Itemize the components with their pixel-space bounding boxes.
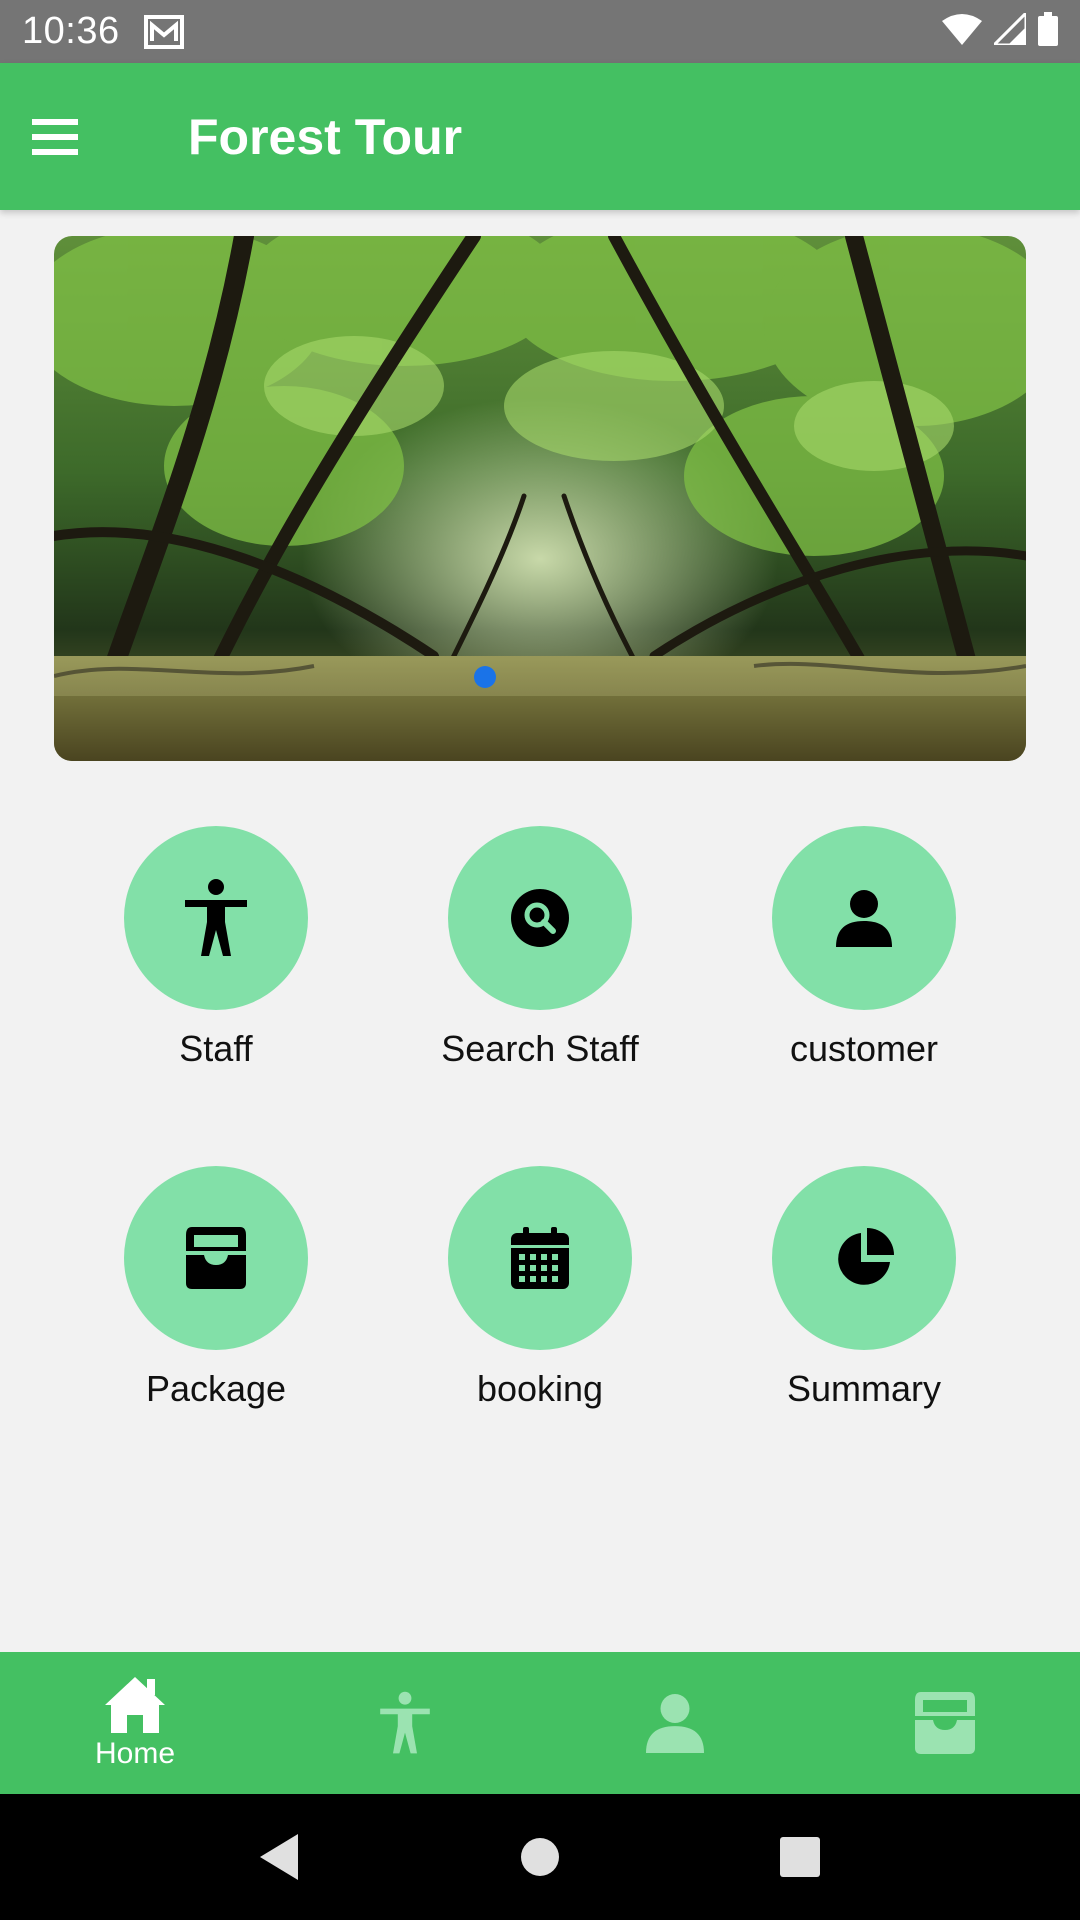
nav-item-customer[interactable] [540,1652,810,1794]
hamburger-icon [32,118,78,155]
hamburger-menu-button[interactable] [0,82,110,192]
screen: 10:36 Forest Tour Staff Search Staff cus… [0,0,1080,1920]
battery-icon [1038,12,1058,51]
system-nav-bar [0,1794,1080,1920]
menu-circle[interactable] [448,826,632,1010]
menu-label: Staff [179,1028,253,1069]
menu-item-booking[interactable]: booking [432,1166,648,1410]
person-standing-icon [380,1691,430,1754]
mail-icon [143,14,184,49]
menu-label: customer [789,1028,939,1069]
banner-carousel[interactable] [54,236,1026,761]
app-bar: Forest Tour [0,63,1080,210]
wifi-icon [942,13,982,50]
menu-label: booking [476,1368,604,1409]
menu-circle[interactable] [448,1166,632,1350]
nav-item-home[interactable]: Home [0,1652,270,1794]
inbox-box-icon [915,1692,975,1754]
menu-item-staff[interactable]: Staff [108,826,324,1070]
menu-item-summary[interactable]: Summary [756,1166,972,1410]
nav-item-staff[interactable] [270,1652,540,1794]
status-time: 10:36 [22,10,120,52]
recents-icon[interactable] [780,1837,820,1877]
menu-item-search-staff[interactable]: Search Staff [432,826,648,1070]
status-bar: 10:36 [0,0,1080,63]
nav-label-home: Home [94,1737,176,1770]
signal-icon [990,9,1028,50]
menu-circle[interactable] [124,1166,308,1350]
nav-item-package[interactable] [810,1652,1080,1794]
menu-circle[interactable] [772,1166,956,1350]
app-title: Forest Tour [188,108,463,165]
carousel-indicator-dot[interactable] [474,666,496,688]
search-icon [511,889,569,947]
menu-circle[interactable] [124,826,308,1010]
inbox-box-icon [186,1227,246,1289]
menu-label: Package [145,1368,287,1409]
calendar-icon [511,1227,569,1289]
menu-row: Package booking Summary [0,1166,1080,1410]
menu-row: Staff Search Staff customer [0,826,1080,1070]
user-icon [836,890,892,947]
menu-circle[interactable] [772,826,956,1010]
forest-banner-image [54,236,1026,761]
user-icon [646,1694,704,1754]
back-icon[interactable] [260,1834,300,1880]
menu-label: Search Staff [441,1028,639,1069]
menu-item-customer[interactable]: customer [756,826,972,1070]
home-circle-icon[interactable] [520,1837,560,1877]
bottom-nav: Home [0,1652,1080,1794]
menu-grid: Staff Search Staff customer Package book… [0,826,1080,1506]
home-icon [105,1677,165,1733]
person-standing-icon [185,879,247,956]
menu-label: Summary [786,1368,942,1409]
menu-item-package[interactable]: Package [108,1166,324,1410]
pie-chart-icon [838,1228,894,1285]
